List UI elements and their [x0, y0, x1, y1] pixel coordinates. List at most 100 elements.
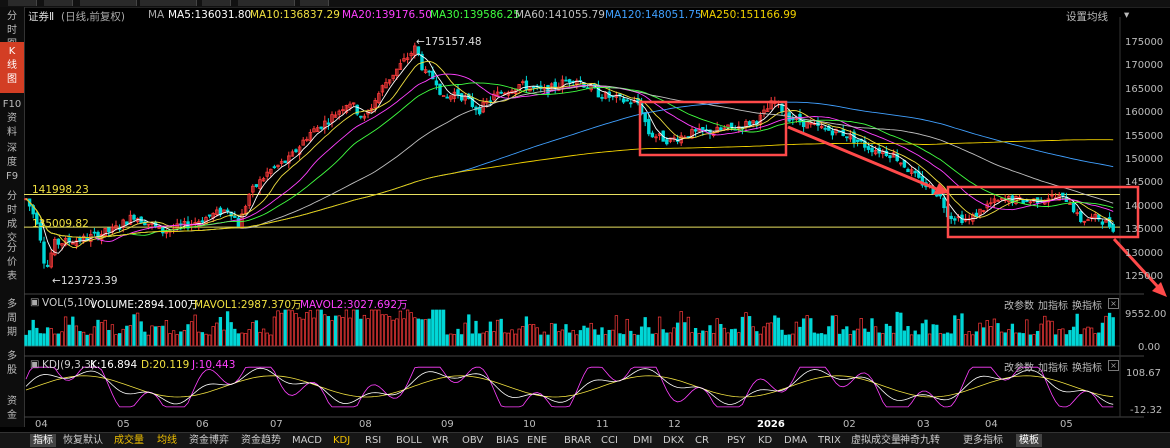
volume-bar — [139, 321, 143, 347]
sidebar-button[interactable]: 多 股 — [0, 347, 24, 385]
volume-bar — [272, 316, 277, 347]
volume-bar — [643, 317, 647, 347]
ma10-value: MA10:136837.29 — [250, 9, 340, 21]
volume-bar — [1014, 332, 1018, 347]
indicator-tab[interactable]: KD — [755, 434, 775, 447]
sidebar-button[interactable]: 分 价 表 — [0, 239, 24, 282]
volume-bar — [463, 322, 467, 347]
volume-bar — [150, 325, 154, 347]
kdj-swap-indicator-button[interactable]: 换指标 — [1072, 359, 1102, 374]
top-tab[interactable] — [140, 0, 169, 6]
top-tab[interactable] — [108, 0, 137, 6]
volume-bar — [413, 317, 417, 347]
volume-bar — [899, 312, 903, 347]
volume-bar — [294, 313, 298, 347]
top-tab[interactable] — [238, 0, 267, 6]
kdj-params-button[interactable]: 改参数 — [1004, 359, 1034, 374]
indicator-tab[interactable]: BRAR — [561, 434, 594, 447]
candle-body — [855, 139, 860, 142]
ma-label: MA — [148, 9, 165, 21]
volume-bar — [182, 330, 187, 347]
candle-body — [596, 84, 601, 98]
volume-bar — [485, 331, 489, 347]
candle-body — [200, 220, 205, 223]
top-tab[interactable] — [202, 0, 231, 6]
indicator-tab[interactable]: ENE — [524, 434, 550, 447]
kdj-title: KDJ(9,3,3) — [42, 359, 95, 371]
indicator-tab[interactable]: DKX — [660, 434, 687, 447]
top-tab[interactable] — [266, 0, 295, 6]
volume-bar — [675, 322, 680, 347]
collapse-icon[interactable]: ▣ — [30, 359, 39, 370]
candle-body — [629, 102, 633, 105]
indicator-tab[interactable]: 模板 — [1016, 434, 1042, 447]
indicator-tab[interactable]: CCI — [598, 434, 621, 447]
volume-bar — [974, 331, 979, 347]
sidebar-button[interactable]: 分 时 图 — [0, 7, 24, 50]
sidebar-button[interactable]: 分 时 成 交 — [0, 187, 24, 244]
indicator-tab[interactable]: TRIX — [815, 434, 844, 447]
candle-body — [888, 155, 892, 159]
collapse-icon[interactable]: ▣ — [30, 297, 39, 308]
volume-bar — [258, 331, 262, 347]
x-axis-label: 2026 — [757, 419, 785, 430]
candle-body — [92, 231, 97, 234]
indicator-tab[interactable]: DMA — [781, 434, 810, 447]
vol-close-icon[interactable]: × — [1108, 298, 1119, 309]
top-tab[interactable] — [8, 0, 37, 6]
sidebar-button[interactable]: 多 周 期 — [0, 295, 24, 343]
sidebar-button[interactable]: K 线 图 — [0, 42, 24, 93]
low-price: 123723.39 — [60, 275, 118, 287]
indicator-tab[interactable]: 资金趋势 — [238, 434, 284, 447]
sidebar-button[interactable]: 资 金 — [0, 392, 24, 430]
indicator-tab[interactable]: 更多指标 — [960, 434, 1006, 447]
vol-params-button[interactable]: 改参数 — [1004, 297, 1034, 312]
volume-bar — [737, 332, 741, 347]
indicator-tab[interactable]: PSY — [724, 434, 749, 447]
volume-bar — [827, 326, 831, 347]
indicator-tab[interactable]: BIAS — [493, 434, 522, 447]
indicator-tab[interactable]: RSI — [362, 434, 384, 447]
sidebar-button[interactable]: 深 度 F9 — [0, 139, 24, 184]
candle-body — [906, 168, 910, 173]
indicator-tab[interactable]: WR — [429, 434, 452, 447]
indicator-tab[interactable]: 资金博弈 — [186, 434, 232, 447]
volume-bar — [528, 324, 532, 347]
indicator-tab[interactable]: 指标 — [30, 434, 56, 447]
kdj-add-indicator-button[interactable]: 加指标 — [1038, 359, 1068, 374]
indicator-tab[interactable]: 神奇九转 — [897, 434, 943, 447]
vol-add-indicator-button[interactable]: 加指标 — [1038, 297, 1068, 312]
top-tab[interactable] — [44, 0, 73, 6]
vol-swap-indicator-button[interactable]: 换指标 — [1072, 297, 1102, 312]
indicator-tab[interactable]: 虚拟成交量 — [848, 434, 904, 447]
indicator-tab[interactable]: 成交量 — [111, 434, 147, 447]
chevron-down-icon[interactable]: ▾ — [1124, 9, 1129, 21]
indicator-tab[interactable]: DMI — [630, 434, 655, 447]
top-tab[interactable] — [80, 0, 109, 6]
volume-bar — [387, 316, 392, 347]
indicator-tab[interactable]: 均线 — [154, 434, 180, 447]
indicator-tab-bar: 指标 恢复默认 成交量 均线 资金博弈 资金趋势 MACD KDJ RSI BOLL WR OBV BI… — [0, 432, 1170, 448]
candle-body — [96, 231, 100, 239]
sidebar-button[interactable]: F10 资 料 — [0, 95, 24, 138]
kdj-j-line — [25, 366, 1114, 408]
volume-bar — [42, 333, 46, 347]
top-tab[interactable] — [168, 0, 197, 6]
volume-bar — [726, 332, 730, 347]
volume-bar — [405, 309, 410, 347]
volume-bar — [459, 334, 464, 347]
kdj-axis-top: 108.67 — [1126, 368, 1161, 379]
volume-bar — [319, 309, 323, 347]
kdj-close-icon[interactable]: × — [1108, 360, 1119, 371]
volume-bar — [107, 329, 111, 347]
indicator-tab[interactable]: 恢复默认 — [60, 434, 106, 447]
indicator-tab[interactable]: KDJ — [330, 434, 353, 447]
indicator-tab[interactable]: OBV — [459, 434, 486, 447]
volume-bar — [1035, 330, 1040, 347]
indicator-tab[interactable]: CR — [692, 434, 712, 447]
top-tab[interactable] — [300, 0, 329, 6]
ma-settings-button[interactable]: 设置均线 — [1066, 9, 1108, 24]
indicator-tab[interactable]: BOLL — [393, 434, 425, 447]
indicator-tab[interactable]: MACD — [289, 434, 325, 447]
volume-bar — [323, 314, 327, 347]
